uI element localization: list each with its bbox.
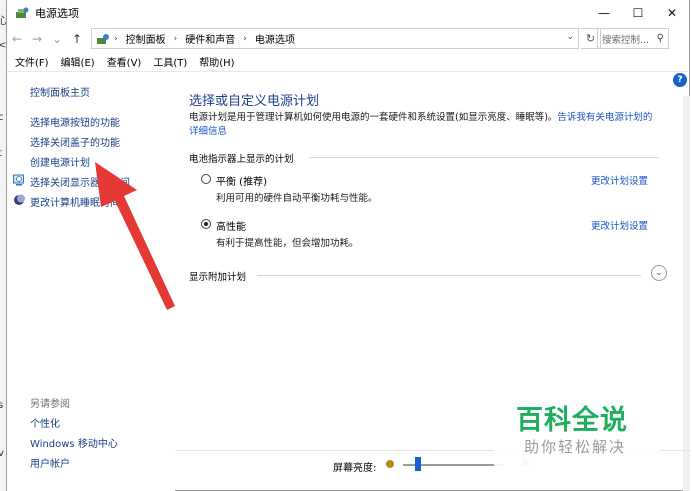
sidebar-item-create-plan[interactable]: 创建电源计划	[30, 154, 90, 169]
section-divider	[309, 157, 659, 158]
page-title: 选择或自定义电源计划	[189, 94, 320, 109]
battery-plans-section-label: 电池指示器上显示的计划	[189, 154, 294, 165]
help-icon[interactable]: ?	[673, 73, 687, 87]
search-icon[interactable]: ⚲	[657, 33, 664, 44]
window-title: 电源选项	[35, 7, 79, 20]
scrollbar[interactable]	[683, 96, 690, 491]
page-description: 电源计划是用于管理计算机如何使用电源的一套硬件和系统设置(如显示亮度、睡眠等)。…	[189, 111, 661, 139]
sidebar-item-personalization[interactable]: 个性化	[30, 415, 60, 430]
watermark: 百科全说 助你轻松解决	[494, 390, 660, 470]
breadcrumb-separator-icon: ›	[243, 33, 247, 44]
menu-tools[interactable]: 工具(T)	[153, 54, 187, 69]
menu-bar: 文件(F) 编辑(E) 查看(V) 工具(T) 帮助(H)	[7, 52, 689, 72]
address-toolbar: ← → ⌄ ↑ › 控制面板 › 硬件和声音 › 电源选项 ⌄ ↻ 搜索控制..…	[7, 28, 689, 50]
watermark-logo-text: 百科全说	[516, 405, 628, 436]
plan-balanced-name[interactable]: 平衡 (推荐)	[216, 173, 267, 188]
background-text-fragment: c	[0, 112, 4, 123]
sidebar-item-mobility-center[interactable]: Windows 移动中心	[30, 435, 118, 450]
forward-arrow-icon[interactable]: →	[27, 32, 47, 46]
background-text-fragment: l	[0, 220, 1, 231]
breadcrumb-control-panel[interactable]: 控制面板	[126, 31, 166, 46]
breadcrumb-separator-icon: ›	[114, 33, 118, 44]
menu-help[interactable]: 帮助(H)	[199, 54, 234, 69]
sidebar-item-sleep-time[interactable]: 更改计算机睡眠时间	[30, 194, 120, 209]
plan-high-performance-radio[interactable]	[201, 219, 211, 229]
address-dropdown-chevron-icon[interactable]: ⌄	[566, 32, 574, 42]
up-arrow-icon[interactable]: ↑	[67, 32, 87, 46]
address-field[interactable]: › 控制面板 › 硬件和声音 › 电源选项 ⌄	[91, 28, 579, 49]
close-button[interactable]: ✕	[655, 0, 689, 26]
title-bar: 电源选项 — ☐ ✕	[7, 0, 689, 26]
plan-balanced-radio[interactable]	[201, 174, 211, 184]
menu-view[interactable]: 查看(V)	[107, 54, 142, 69]
plan-balanced-change-settings-link[interactable]: 更改计划设置	[591, 173, 648, 187]
menu-edit[interactable]: 编辑(E)	[61, 54, 95, 69]
see-also-header: 另请参阅	[30, 399, 70, 410]
dim-sun-icon	[386, 460, 394, 468]
background-text-fragment: t	[0, 148, 2, 159]
power-options-icon	[15, 6, 29, 20]
control-panel-icon	[96, 33, 110, 45]
breadcrumb-hardware-sound[interactable]: 硬件和声音	[185, 31, 235, 46]
minimize-button[interactable]: —	[587, 0, 621, 26]
show-additional-plans-label[interactable]: 显示附加计划	[189, 269, 246, 283]
sidebar-item-control-panel-home[interactable]: 控制面板主页	[30, 84, 90, 99]
background-text-fragment: s	[0, 400, 4, 411]
sidebar-item-lid-close[interactable]: 选择关闭盖子的功能	[30, 134, 120, 149]
breadcrumb-power-options[interactable]: 电源选项	[255, 31, 295, 46]
plan-high-performance-name[interactable]: 高性能	[216, 218, 246, 233]
search-placeholder: 搜索控制...	[602, 34, 650, 46]
search-input[interactable]: 搜索控制... ⚲	[597, 28, 669, 49]
monitor-clock-icon	[13, 174, 25, 186]
brightness-label: 屏幕亮度:	[333, 463, 377, 474]
description-text: 电源计划是用于管理计算机如何使用电源的一套硬件和系统设置(如显示亮度、睡眠等)。	[189, 112, 558, 123]
moon-icon	[13, 194, 25, 206]
plan-high-performance-description: 有利于提高性能，但会增加功耗。	[216, 238, 359, 249]
sidebar-item-power-button[interactable]: 选择电源按钮的功能	[30, 114, 120, 129]
menu-file[interactable]: 文件(F)	[15, 54, 49, 69]
background-text-fragment: v	[0, 448, 4, 459]
brightness-slider-thumb[interactable]	[415, 457, 421, 471]
breadcrumb-separator-icon: ›	[173, 33, 178, 44]
maximize-button[interactable]: ☐	[621, 0, 655, 26]
plan-balanced-description: 利用可用的硬件自动平衡功耗与性能。	[216, 193, 378, 204]
sidebar-item-display-off-time[interactable]: 选择关闭显示器的时间	[30, 174, 130, 189]
section-divider	[257, 275, 641, 276]
plan-high-performance-change-settings-link[interactable]: 更改计划设置	[591, 218, 648, 232]
watermark-slogan: 助你轻松解决	[524, 438, 627, 456]
expand-chevron-icon[interactable]: ⌄	[651, 265, 667, 281]
recent-locations-chevron-icon[interactable]: ⌄	[47, 32, 67, 46]
sidebar: 控制面板主页 选择电源按钮的功能 选择关闭盖子的功能 创建电源计划 选择关闭显示…	[7, 73, 175, 491]
sidebar-item-user-accounts[interactable]: 用户帐户	[30, 455, 70, 470]
back-arrow-icon[interactable]: ←	[7, 32, 27, 46]
